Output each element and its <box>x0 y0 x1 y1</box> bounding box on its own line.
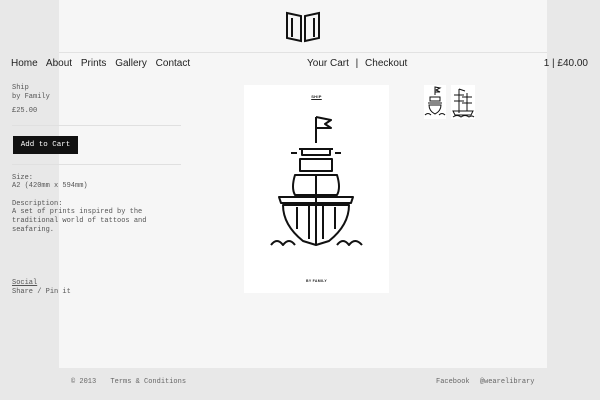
social-label: Social <box>12 279 38 287</box>
share-link[interactable]: Share <box>12 288 33 296</box>
nav-home[interactable]: Home <box>11 58 38 69</box>
checkout-link[interactable]: Checkout <box>365 58 407 69</box>
description-text: A set of prints inspired by the traditio… <box>12 208 147 234</box>
nav-divider <box>59 52 547 53</box>
footer-social: Facebook @wearelibrary <box>436 378 540 386</box>
add-to-cart-button[interactable]: Add to Cart <box>13 136 78 154</box>
ship-thumbnail[interactable] <box>424 85 446 119</box>
poster-title: SHIP <box>311 94 322 99</box>
cart-summary[interactable]: 1 | £40.00 <box>544 58 588 69</box>
your-cart-link[interactable]: Your Cart <box>307 58 349 69</box>
copyright: © 2013 <box>71 378 97 386</box>
ship-illustration-icon <box>270 116 363 246</box>
product-name: Ship <box>12 84 29 92</box>
size-value: A2 (420mm x 594mm) <box>12 182 88 190</box>
cart-links: Your Cart | Checkout <box>307 58 407 69</box>
footer-left: © 2013 Terms & Conditions <box>71 378 186 386</box>
twitter-link[interactable]: @wearelibrary <box>480 378 535 386</box>
nav-prints[interactable]: Prints <box>81 58 107 69</box>
divider <box>12 125 181 126</box>
book-logo-icon[interactable] <box>285 10 321 44</box>
product-price: £25.00 <box>12 107 38 115</box>
nav-gallery[interactable]: Gallery <box>115 58 147 69</box>
pin-it-link[interactable]: Pin it <box>46 288 71 296</box>
facebook-link[interactable]: Facebook <box>436 378 470 386</box>
nav-about[interactable]: About <box>46 58 72 69</box>
nav-contact[interactable]: Contact <box>156 58 190 69</box>
share-separator: / <box>37 288 42 296</box>
poster-artist: BY FAMILY <box>306 279 327 283</box>
terms-link[interactable]: Terms & Conditions <box>110 378 186 386</box>
product-image[interactable]: SHIP BY FAMILY <box>244 85 389 293</box>
divider <box>12 164 181 165</box>
main-nav: Home About Prints Gallery Contact <box>11 58 196 69</box>
ship-side-thumbnail[interactable] <box>451 85 475 119</box>
cart-separator: | <box>355 58 359 69</box>
product-artist: by Family <box>12 93 50 101</box>
share-links: Share / Pin it <box>12 288 71 297</box>
